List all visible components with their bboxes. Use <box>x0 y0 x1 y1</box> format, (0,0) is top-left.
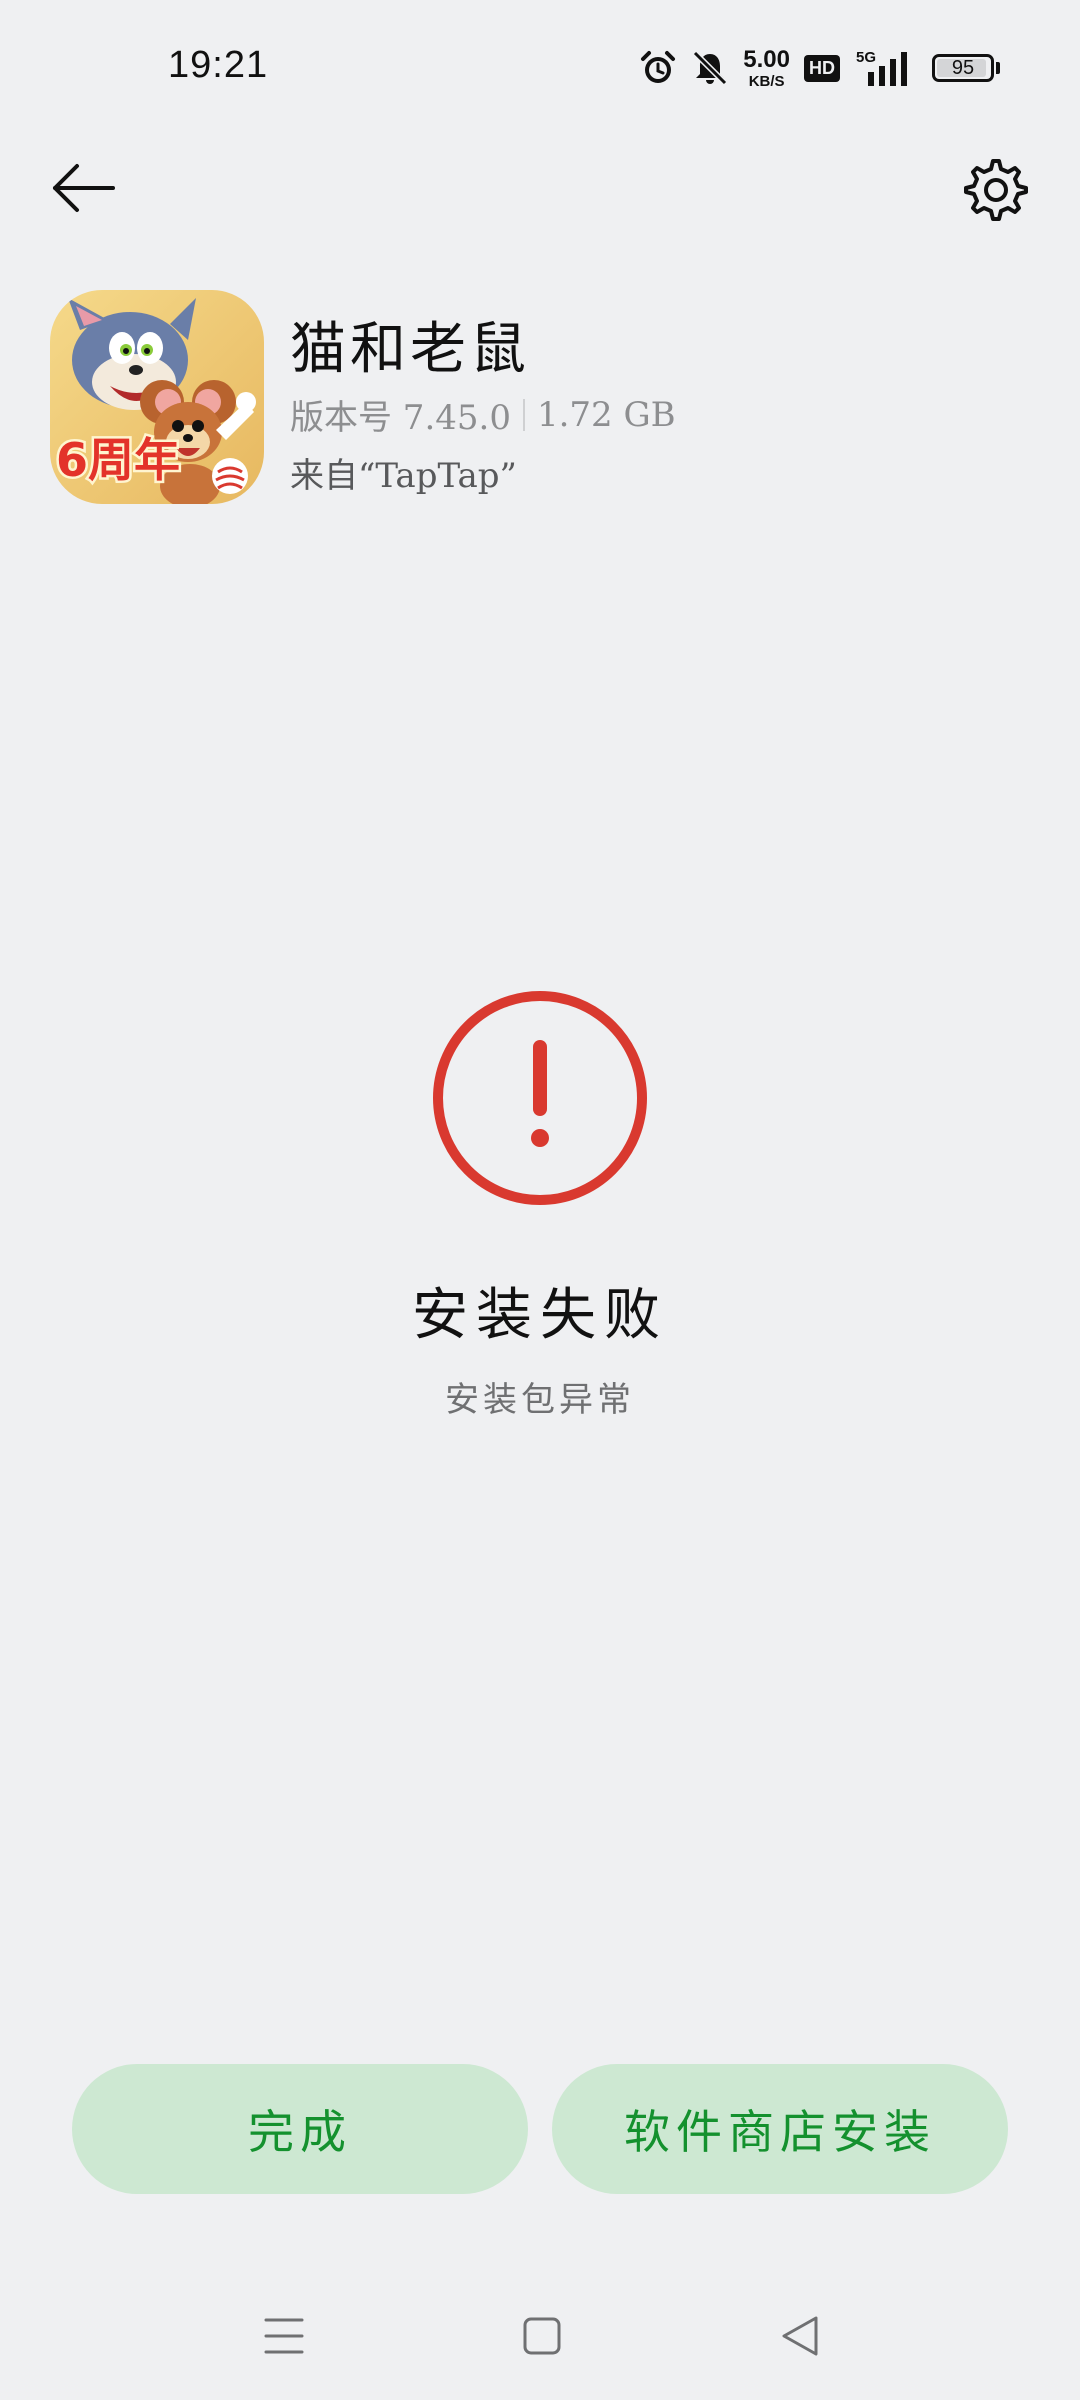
back-button[interactable] <box>46 150 122 226</box>
app-meta: 版本号 7.45.0 1.72 GB <box>290 390 676 439</box>
result-title: 安装失败 <box>412 1283 668 1348</box>
network-label: 5G <box>856 49 876 66</box>
signal-icon: 5G <box>854 48 918 88</box>
battery-indicator: 95 <box>932 54 1000 82</box>
app-name: 猫和老鼠 <box>290 317 530 382</box>
app-icon: 6周年 <box>50 290 264 504</box>
nav-home-button[interactable] <box>502 2296 582 2376</box>
nav-back-button[interactable] <box>760 2296 840 2376</box>
battery-level: 95 <box>951 56 975 79</box>
app-size: 1.72 GB <box>536 394 676 435</box>
gear-icon <box>964 159 1028 221</box>
result-subtitle: 安装包异常 <box>445 1380 635 1420</box>
error-icon <box>430 988 650 1208</box>
mute-bell-icon <box>691 49 729 87</box>
home-icon <box>523 2317 561 2355</box>
status-icons: 5.00 KB/S HD 5G 95 <box>625 44 1000 92</box>
net-speed: 5.00 KB/S <box>743 45 790 90</box>
app-icon-badge: 6周年 <box>56 433 180 487</box>
settings-button[interactable] <box>956 150 1036 230</box>
status-bar: 19:21 5.00 KB/S HD 5G 95 <box>0 0 1080 136</box>
alarm-icon <box>639 49 677 87</box>
arrow-left-icon <box>53 164 115 212</box>
net-speed-value: 5.00 <box>743 45 790 73</box>
back-triangle-icon <box>782 2316 818 2356</box>
meta-divider <box>522 398 525 431</box>
nav-menu-button[interactable] <box>244 2296 324 2376</box>
hd-badge: HD <box>804 54 840 82</box>
app-version: 版本号 7.45.0 <box>290 398 511 438</box>
app-source: 来自“TapTap” <box>290 456 517 496</box>
status-time: 19:21 <box>168 44 269 86</box>
menu-icon <box>264 2318 304 2354</box>
done-button[interactable]: 完成 <box>72 2064 528 2194</box>
install-result-page: 19:21 5.00 KB/S HD 5G 95 6周年 猫和老鼠 版本号 7.… <box>0 0 1080 2400</box>
store-install-button[interactable]: 软件商店安装 <box>552 2064 1008 2194</box>
net-speed-unit: KB/S <box>748 72 785 90</box>
